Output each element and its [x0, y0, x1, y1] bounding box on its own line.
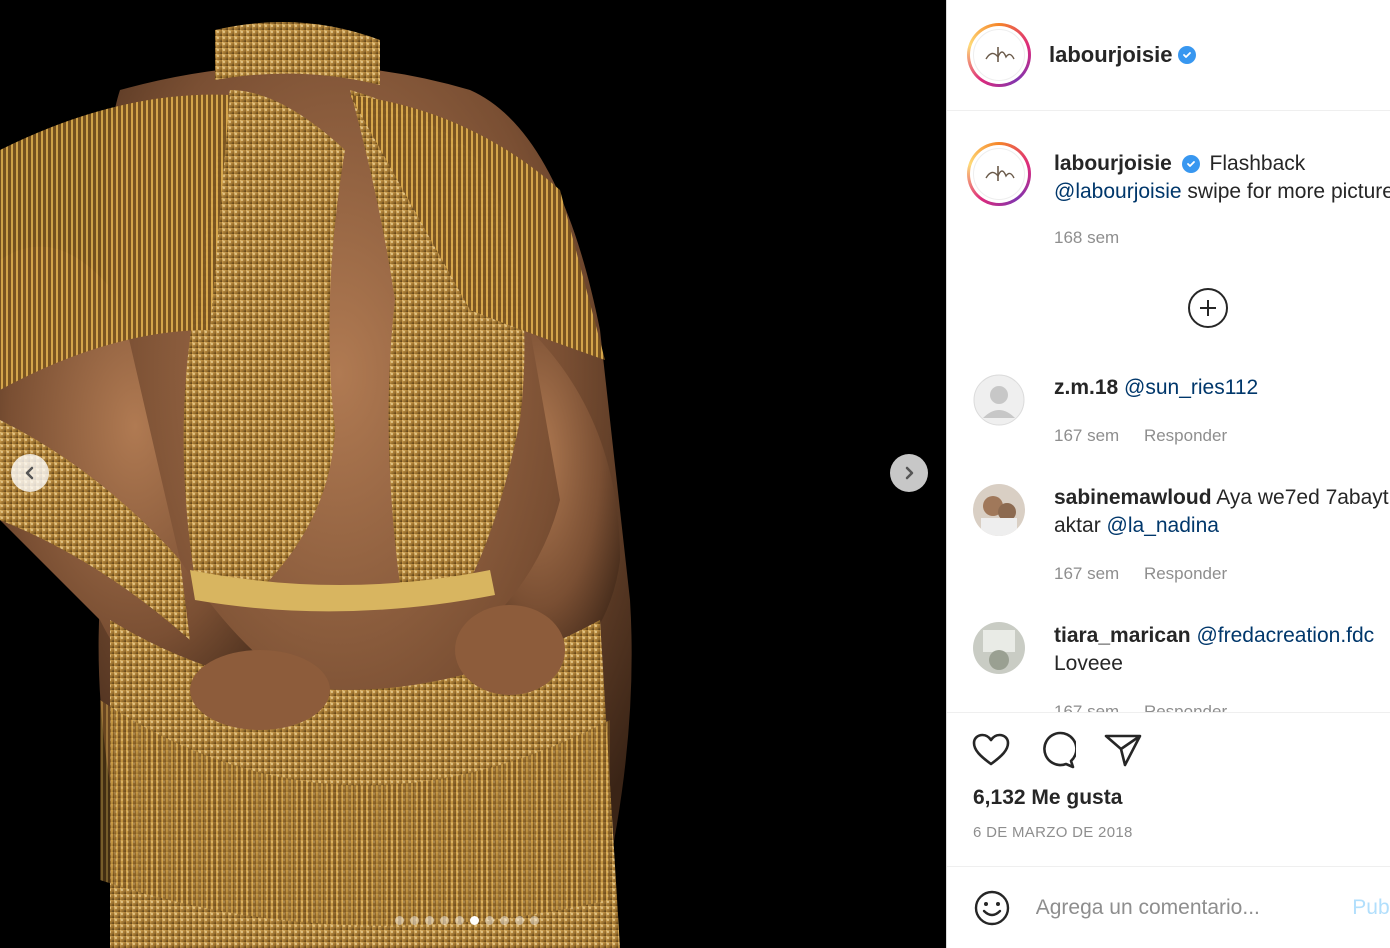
- post-caption: labourjoisie Flashback @labourjoisie swi…: [967, 142, 1390, 282]
- caption-time[interactable]: 168 sem: [1054, 228, 1119, 248]
- post-author-username[interactable]: labourjoisie: [1049, 42, 1172, 68]
- carousel-prev-button[interactable]: [11, 454, 49, 492]
- caption-text: labourjoisie Flashback @labourjoisie swi…: [1054, 150, 1390, 206]
- carousel-dot: [395, 916, 404, 925]
- comment-time[interactable]: 167 sem: [1054, 702, 1119, 712]
- chevron-right-icon: [905, 466, 914, 480]
- likes-count[interactable]: 6,132 Me gusta: [973, 786, 1122, 810]
- comments-list[interactable]: labourjoisie Flashback @labourjoisie swi…: [947, 112, 1390, 712]
- reply-button[interactable]: Responder: [1144, 564, 1227, 583]
- comment-time[interactable]: 167 sem: [1054, 426, 1119, 445]
- comment-meta: 167 sem Responder: [1054, 564, 1227, 584]
- carousel-dot: [410, 916, 419, 925]
- caption-username[interactable]: labourjoisie: [1054, 152, 1172, 175]
- comment-input[interactable]: [1035, 895, 1327, 920]
- verified-badge-icon: [1181, 155, 1200, 174]
- comment-mention[interactable]: @sun_ries112: [1124, 376, 1258, 399]
- post-side-panel: labourjoisie labourjoisie Flashback @lab…: [946, 0, 1390, 948]
- comment-meta: 167 sem Responder: [1054, 426, 1227, 446]
- carousel-dot: [515, 916, 524, 925]
- avatar[interactable]: [967, 23, 1031, 87]
- share-button[interactable]: [1103, 730, 1143, 770]
- comment-text: z.m.18 @sun_ries112: [1054, 374, 1390, 402]
- share-icon: [1104, 734, 1142, 767]
- plus-circle-icon: [1200, 300, 1216, 316]
- reply-button[interactable]: Responder: [1144, 426, 1227, 445]
- carousel-dot: [530, 916, 539, 925]
- carousel-dot: [485, 916, 494, 925]
- post-actions: [971, 730, 1143, 770]
- post-comment-button[interactable]: Publicar: [1352, 896, 1390, 920]
- comment-mention[interactable]: @la_nadina: [1107, 514, 1219, 537]
- emoji-icon: [975, 890, 1010, 925]
- reply-button[interactable]: Responder: [1144, 702, 1227, 712]
- comment-username[interactable]: tiara_marican: [1054, 624, 1191, 647]
- chevron-left-icon: [25, 466, 34, 480]
- comment-icon: [1043, 731, 1076, 769]
- carousel-dot: [455, 916, 464, 925]
- verified-badge-icon: [1178, 46, 1197, 64]
- brand-logo-icon: [985, 47, 1015, 62]
- post-header: labourjoisie: [947, 0, 1390, 111]
- carousel-dot: [500, 916, 509, 925]
- comment-username[interactable]: z.m.18: [1054, 376, 1118, 399]
- heart-icon: [972, 733, 1010, 766]
- carousel-dot: [425, 916, 434, 925]
- caption-rest: swipe for more pictures: [1187, 180, 1390, 203]
- carousel-indicator: [395, 916, 539, 925]
- divider: [947, 712, 1390, 713]
- like-button[interactable]: [971, 730, 1011, 770]
- avatar[interactable]: [973, 484, 1025, 536]
- comment-button[interactable]: [1037, 730, 1077, 770]
- carousel-dot: [470, 916, 479, 925]
- brand-logo-icon: [985, 166, 1015, 181]
- comment-body-tail: Loveee: [1054, 652, 1123, 675]
- comment-text: tiara_marican @fredacreation.fdc Loveee: [1054, 622, 1390, 678]
- emoji-button[interactable]: [973, 888, 1012, 928]
- add-comment-bar: Publicar: [947, 867, 1390, 948]
- load-more-comments-button[interactable]: [1188, 288, 1228, 328]
- post-viewer: labourjoisie labourjoisie Flashback @lab…: [0, 0, 1390, 948]
- comment-text: sabinemawloud Aya we7ed 7abayti aktar @l…: [1054, 484, 1390, 540]
- avatar[interactable]: [967, 142, 1031, 206]
- comment-time[interactable]: 167 sem: [1054, 564, 1119, 583]
- post-media: [0, 0, 946, 948]
- carousel-next-button[interactable]: [890, 454, 928, 492]
- avatar[interactable]: [973, 374, 1025, 426]
- carousel-dot: [440, 916, 449, 925]
- caption-body: Flashback: [1209, 152, 1306, 175]
- post-date[interactable]: 6 DE MARZO DE 2018: [973, 824, 1133, 841]
- comment-username[interactable]: sabinemawloud: [1054, 486, 1212, 509]
- caption-mention[interactable]: @labourjoisie: [1054, 180, 1182, 203]
- comment-mention[interactable]: @fredacreation.fdc: [1196, 624, 1374, 647]
- post-photo: [0, 0, 946, 948]
- avatar[interactable]: [973, 622, 1025, 674]
- comment-meta: 167 sem Responder: [1054, 702, 1227, 712]
